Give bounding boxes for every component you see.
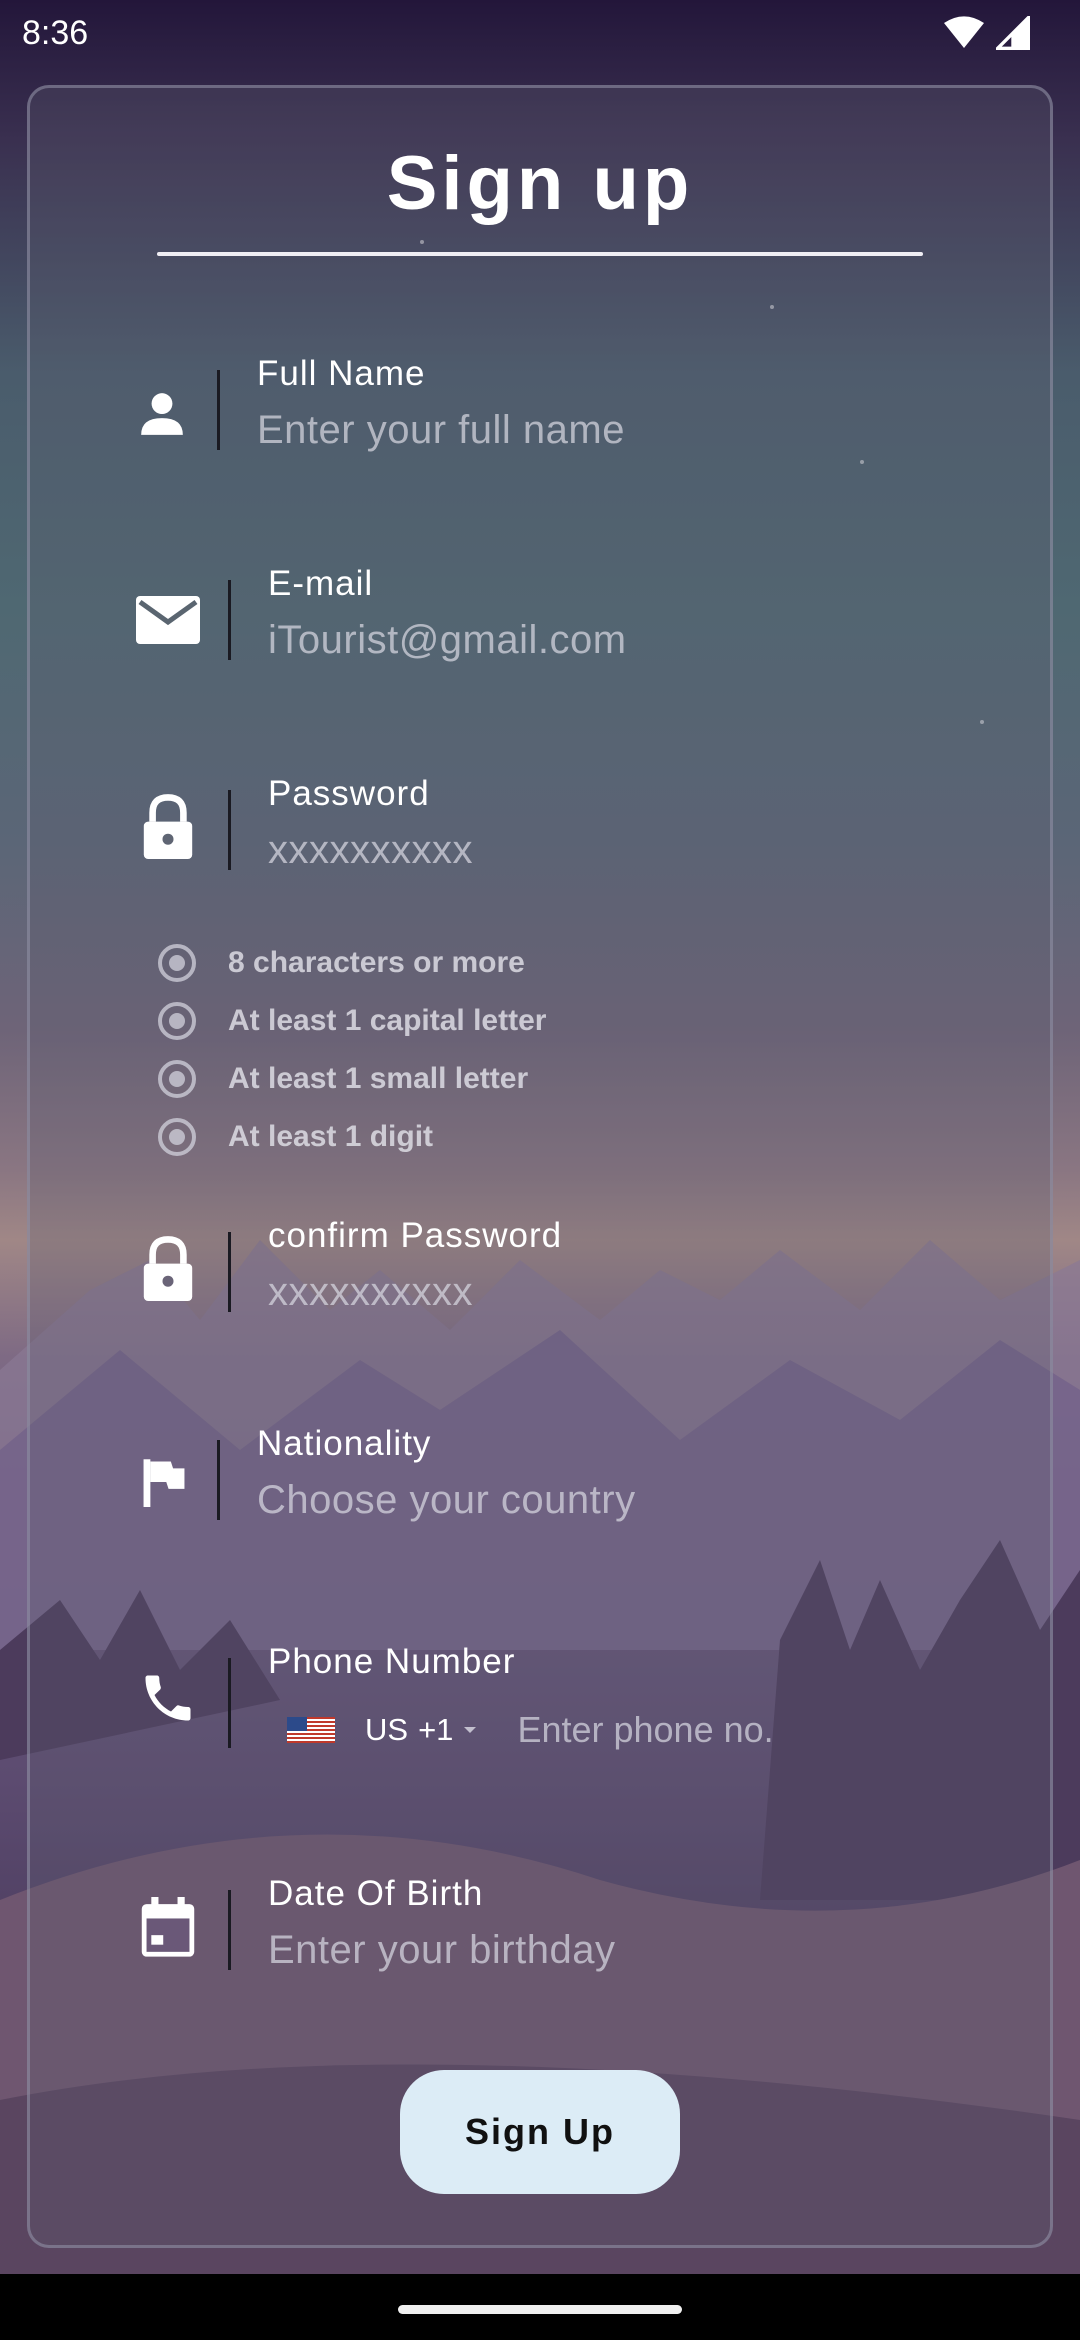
- phone-input-row: US +1: [287, 1700, 848, 1760]
- rule-text: At least 1 digit: [228, 1120, 434, 1153]
- lock-icon: [134, 792, 202, 860]
- full-name-input[interactable]: [257, 408, 957, 453]
- nationality-label: Nationality: [257, 1424, 432, 1463]
- person-icon: [128, 380, 196, 448]
- field-divider: [228, 1232, 231, 1312]
- dial-code: +1: [418, 1712, 454, 1747]
- dob-field: Date Of Birth: [0, 1874, 1080, 2000]
- email-input[interactable]: [268, 618, 968, 663]
- dropdown-arrow-icon: [464, 1727, 477, 1733]
- phone-icon: [134, 1664, 202, 1732]
- calendar-icon: [134, 1894, 202, 1962]
- status-bar: 8:36: [0, 0, 1080, 66]
- confirm-password-field: confirm Password: [0, 1216, 1080, 1342]
- phone-input[interactable]: [517, 1709, 848, 1751]
- field-divider: [217, 1440, 220, 1520]
- status-icons: [944, 16, 1030, 50]
- wifi-icon: [944, 16, 984, 48]
- password-input[interactable]: [268, 828, 968, 873]
- sign-up-button[interactable]: Sign Up: [400, 2070, 680, 2194]
- nationality-field: Nationality: [0, 1424, 1080, 1550]
- flag-icon: [130, 1448, 198, 1516]
- screen: 8:36 Sign up Full Name E-mail: [0, 0, 1080, 2340]
- dob-input[interactable]: [268, 1928, 968, 1973]
- phone-label: Phone Number: [268, 1642, 516, 1681]
- rule-text: At least 1 capital letter: [228, 1004, 547, 1037]
- us-flag-icon: [287, 1717, 335, 1743]
- password-rule-item: At least 1 digit: [158, 1108, 546, 1166]
- field-divider: [228, 790, 231, 870]
- full-name-field: Full Name: [0, 354, 1080, 480]
- rule-indicator-radio: [158, 944, 196, 982]
- home-gesture-handle[interactable]: [398, 2305, 682, 2314]
- country-code-selector[interactable]: US +1: [365, 1712, 477, 1748]
- rule-indicator-radio: [158, 1060, 196, 1098]
- password-label: Password: [268, 774, 430, 813]
- nationality-input[interactable]: [257, 1478, 957, 1523]
- confirm-password-label: confirm Password: [268, 1216, 563, 1255]
- password-field: Password: [0, 774, 1080, 900]
- title-underline: [157, 252, 923, 256]
- mail-icon: [134, 586, 202, 654]
- dob-label: Date Of Birth: [268, 1874, 484, 1913]
- page-title: Sign up: [386, 141, 694, 226]
- cellular-signal-icon: [996, 16, 1030, 50]
- lock-icon: [134, 1234, 202, 1302]
- field-divider: [228, 1658, 231, 1748]
- rule-text: At least 1 small letter: [228, 1062, 529, 1095]
- country-code: US: [365, 1712, 409, 1747]
- field-divider: [217, 370, 220, 450]
- email-field: E-mail: [0, 564, 1080, 690]
- password-rule-item: 8 characters or more: [158, 934, 546, 992]
- full-name-label: Full Name: [257, 354, 426, 393]
- password-rules-list: 8 characters or more At least 1 capital …: [158, 934, 546, 1166]
- email-label: E-mail: [268, 564, 374, 603]
- field-divider: [228, 580, 231, 660]
- confirm-password-input[interactable]: [268, 1270, 968, 1315]
- rule-text: 8 characters or more: [228, 946, 525, 979]
- password-rule-item: At least 1 small letter: [158, 1050, 546, 1108]
- status-time: 8:36: [22, 13, 89, 52]
- rule-indicator-radio: [158, 1118, 196, 1156]
- field-divider: [228, 1890, 231, 1970]
- password-rule-item: At least 1 capital letter: [158, 992, 546, 1050]
- rule-indicator-radio: [158, 1002, 196, 1040]
